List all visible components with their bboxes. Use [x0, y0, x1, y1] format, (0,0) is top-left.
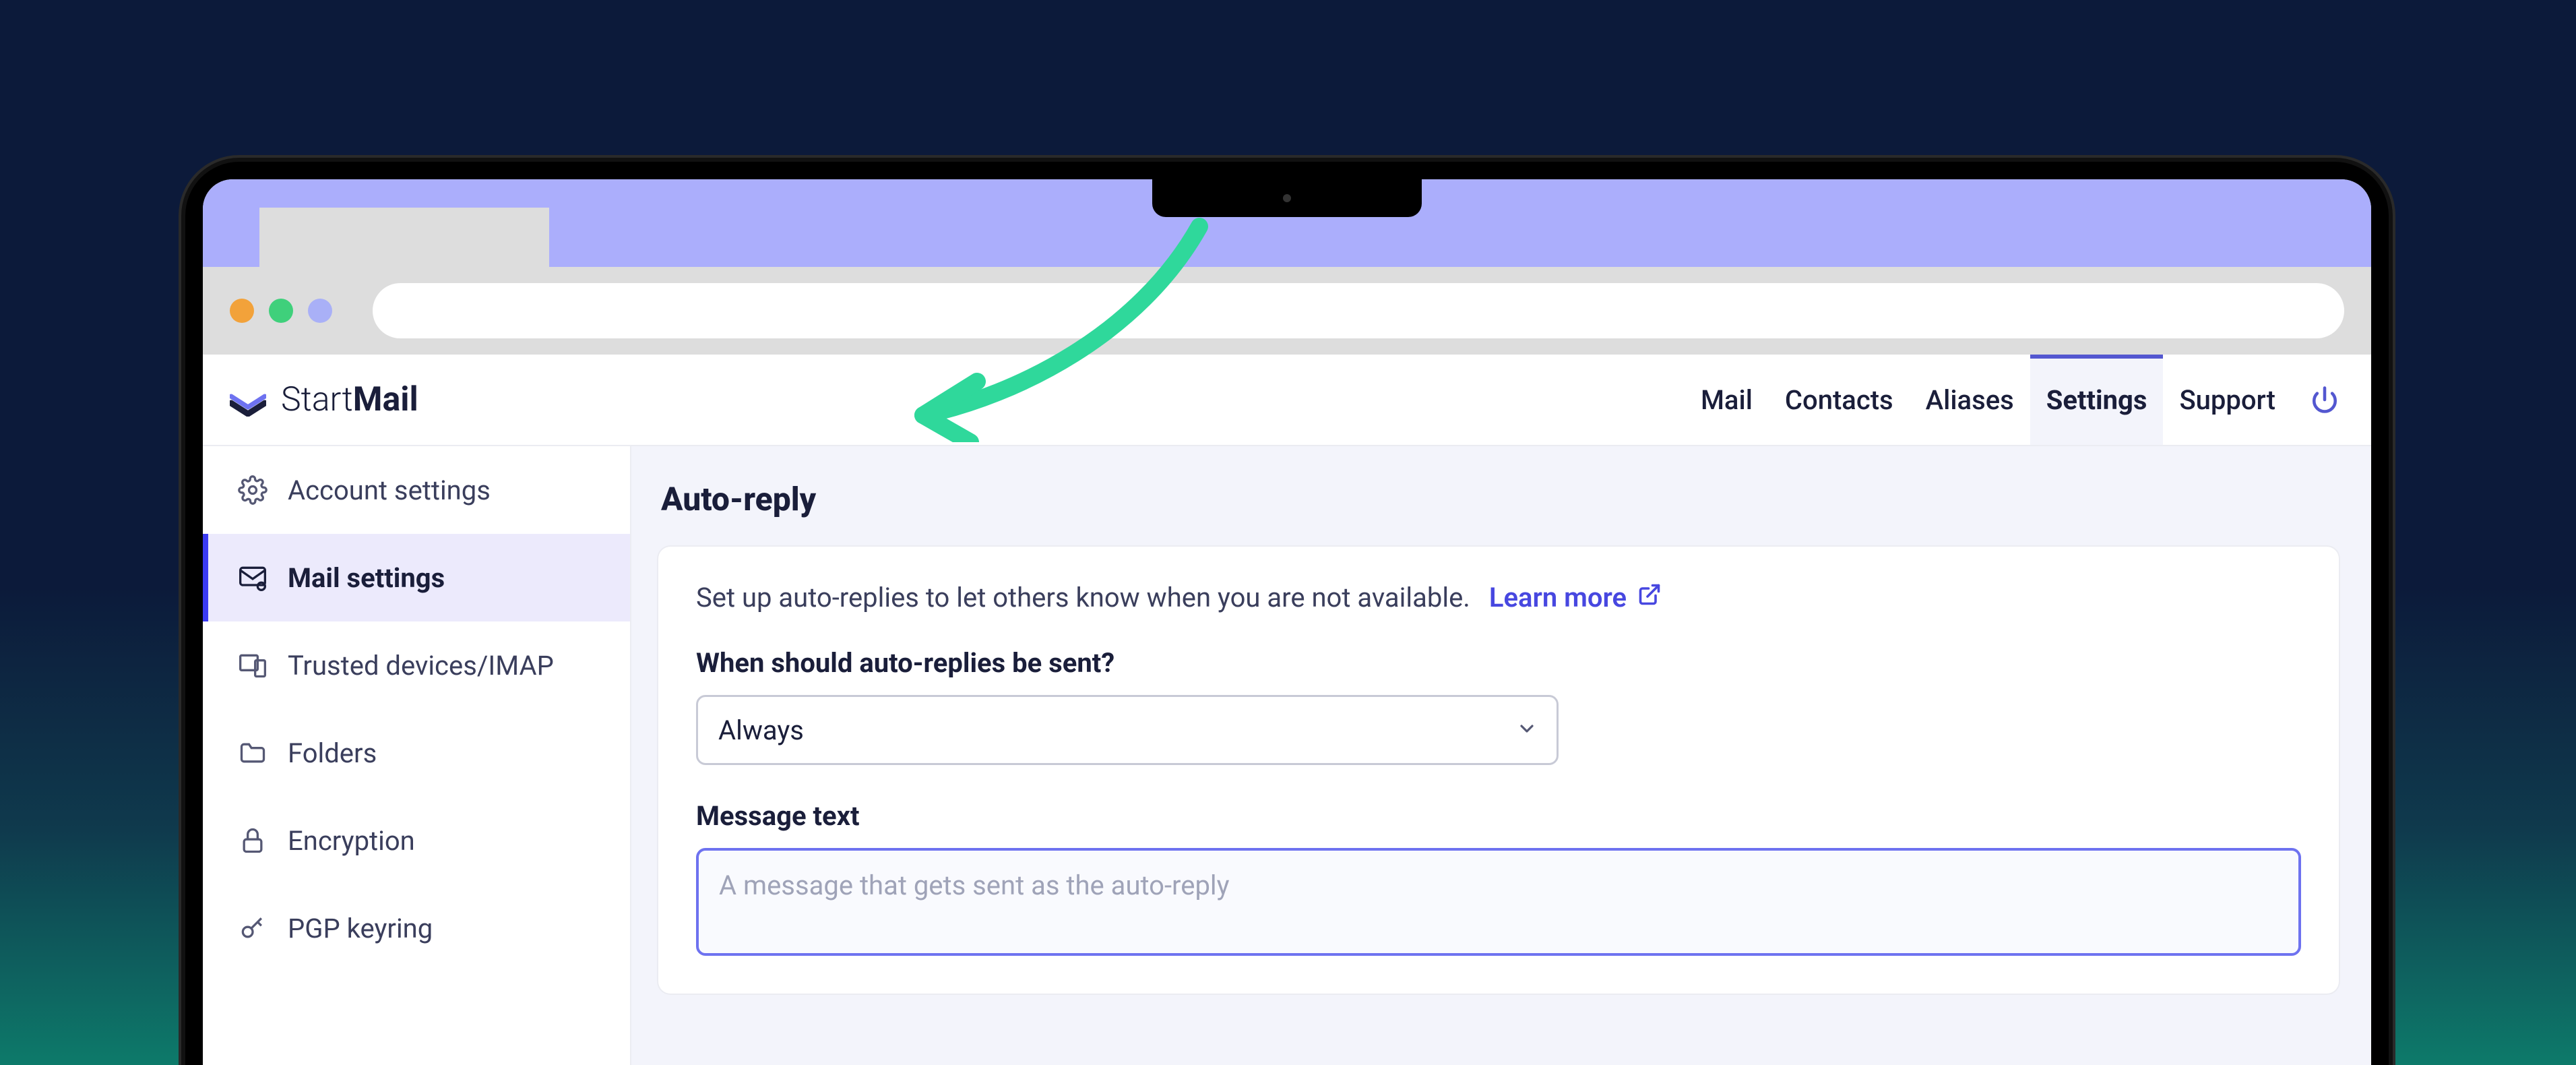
sidebar-item-pgp-keyring[interactable]: PGP keyring — [203, 884, 630, 972]
gear-icon — [238, 475, 268, 505]
when-select[interactable]: Always — [696, 695, 1559, 765]
window-close-dot[interactable] — [230, 299, 254, 323]
sidebar-item-label: Encryption — [288, 825, 415, 857]
logo-text-start: Start — [281, 380, 353, 419]
sidebar-item-mail-settings[interactable]: Mail settings — [203, 534, 630, 621]
external-link-icon — [1637, 582, 1662, 613]
window-traffic-lights — [230, 299, 332, 323]
sidebar-item-trusted-devices[interactable]: Trusted devices/IMAP — [203, 621, 630, 709]
sidebar-item-label: Trusted devices/IMAP — [288, 650, 554, 681]
main-content: Auto-reply Set up auto-replies to let ot… — [631, 446, 2371, 1065]
nav-support[interactable]: Support — [2163, 355, 2292, 445]
auto-reply-card: Set up auto-replies to let others know w… — [658, 547, 2339, 994]
envelope-icon — [230, 386, 266, 413]
card-description: Set up auto-replies to let others know w… — [696, 582, 1470, 613]
folder-icon — [238, 738, 268, 768]
learn-more-label: Learn more — [1489, 582, 1627, 613]
browser-url-bar — [203, 267, 2371, 355]
lock-icon — [238, 826, 268, 855]
mail-gear-icon — [238, 563, 268, 592]
nav-mail[interactable]: Mail — [1685, 355, 1769, 445]
laptop-frame: StartMail Mail Contacts Aliases Settings… — [185, 162, 2389, 1065]
message-text-input[interactable] — [696, 848, 2301, 956]
sidebar-item-label: Mail settings — [288, 562, 445, 594]
app-logo[interactable]: StartMail — [230, 380, 418, 419]
nav-contacts[interactable]: Contacts — [1769, 355, 1910, 445]
top-nav: Mail Contacts Aliases Settings Support — [1685, 355, 2339, 445]
nav-settings[interactable]: Settings — [2030, 355, 2164, 445]
sidebar-item-label: Folders — [288, 737, 377, 769]
nav-aliases[interactable]: Aliases — [1910, 355, 2030, 445]
laptop-screen: StartMail Mail Contacts Aliases Settings… — [203, 179, 2371, 1065]
app-header: StartMail Mail Contacts Aliases Settings… — [203, 355, 2371, 446]
page-title: Auto-reply — [661, 480, 2339, 518]
laptop-notch — [1152, 179, 1422, 217]
sidebar-item-label: PGP keyring — [288, 913, 433, 944]
when-label: When should auto-replies be sent? — [696, 647, 2301, 679]
sidebar-item-encryption[interactable]: Encryption — [203, 797, 630, 884]
logo-text-mail: Mail — [353, 380, 418, 419]
devices-icon — [238, 650, 268, 680]
learn-more-link[interactable]: Learn more — [1489, 582, 1662, 613]
browser-url-field[interactable] — [373, 283, 2344, 338]
browser-tab[interactable] — [259, 208, 549, 267]
window-minimize-dot[interactable] — [269, 299, 293, 323]
when-select-value: Always — [718, 714, 804, 746]
message-text-label: Message text — [696, 800, 2301, 832]
settings-sidebar: Account settings Mail settings Trusted d… — [203, 446, 631, 1065]
sidebar-item-folders[interactable]: Folders — [203, 709, 630, 797]
key-icon — [238, 913, 268, 943]
window-zoom-dot[interactable] — [308, 299, 332, 323]
chevron-down-icon — [1516, 714, 1538, 746]
sidebar-item-account-settings[interactable]: Account settings — [203, 446, 630, 534]
sidebar-item-label: Account settings — [288, 475, 491, 506]
power-icon[interactable] — [2311, 355, 2339, 445]
